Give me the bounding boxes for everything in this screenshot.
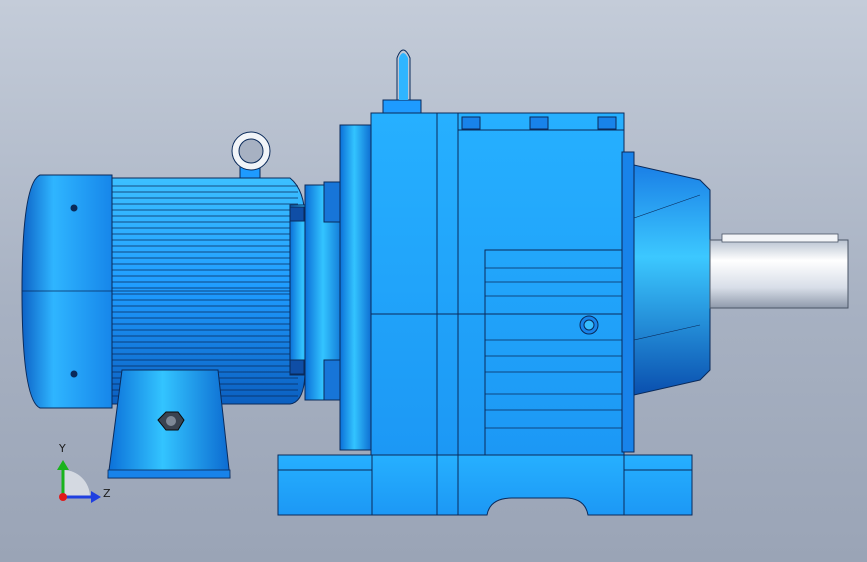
shaft-key (721, 233, 839, 243)
bolt-icon (289, 359, 305, 375)
bolt-hole-icon (70, 204, 78, 212)
z-arrow-icon (91, 491, 101, 503)
bolt-icon (461, 116, 481, 130)
x-axis-dot-icon (59, 493, 67, 501)
gear-reducer-model[interactable] (0, 0, 867, 562)
adapter-flange[interactable] (289, 124, 373, 451)
triad-icon (57, 460, 101, 503)
bolt-icon (597, 116, 617, 130)
output-shaft[interactable] (709, 233, 849, 309)
y-axis-label: Y (59, 442, 66, 455)
reducer-base[interactable] (277, 454, 693, 516)
bolt-hole-icon (70, 370, 78, 378)
bolt-icon (529, 116, 549, 130)
cad-viewport[interactable]: Y Z (0, 0, 867, 562)
output-bearing-cover[interactable] (621, 151, 711, 453)
coordinate-triad: Y Z (45, 440, 125, 520)
motor-end-cap[interactable] (21, 174, 113, 409)
bolt-icon (289, 206, 305, 222)
oil-plug-icon (583, 319, 595, 331)
reducer-lifting-eye[interactable] (382, 49, 422, 114)
motor-lifting-eye[interactable] (231, 131, 271, 179)
z-axis-label: Z (103, 487, 111, 500)
motor-foot[interactable] (107, 369, 231, 479)
reducer-housing[interactable] (370, 112, 625, 456)
y-arrow-icon (57, 460, 69, 470)
